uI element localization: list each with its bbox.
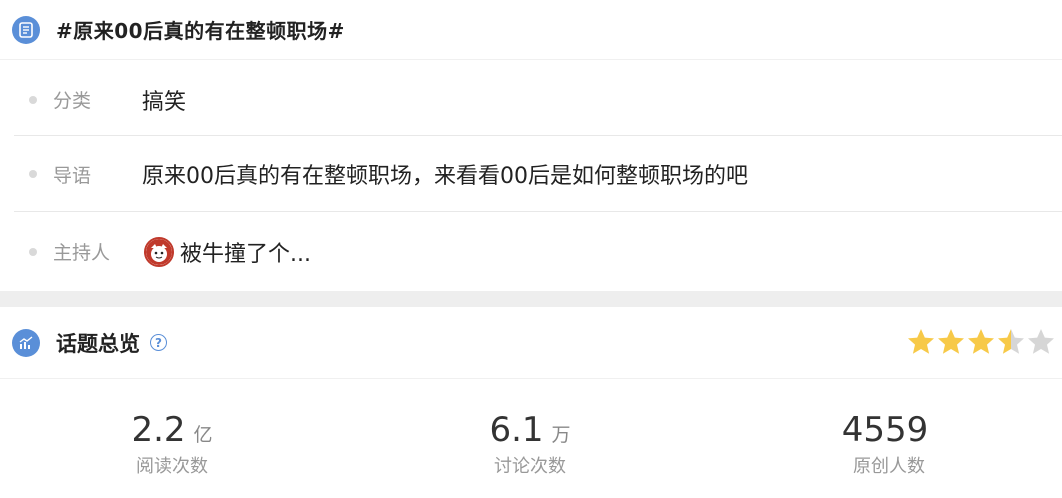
topic-header: #原来00后真的有在整顿职场# <box>0 0 1062 60</box>
stat-reads: 2.2 亿 阅读次数 <box>82 410 262 478</box>
category-value[interactable]: 搞笑 <box>142 84 186 116</box>
host-link[interactable]: 被牛撞了个... <box>144 236 311 268</box>
stat-creators: 4559 原创人数 <box>799 410 979 478</box>
stat-value: 2.2 <box>131 410 186 450</box>
host-row: 主持人 被牛撞了个... <box>14 213 1062 290</box>
stat-label: 讨论次数 <box>494 456 566 477</box>
question-circle-icon[interactable]: ? <box>150 334 167 351</box>
host-avatar[interactable] <box>144 236 174 267</box>
category-row: 分类 搞笑 <box>14 64 1062 136</box>
host-name[interactable]: 被牛撞了个... <box>180 236 311 268</box>
overview-title: 话题总览 <box>56 331 140 356</box>
bullet-dot <box>29 247 37 256</box>
stat-unit: 万 <box>551 424 571 446</box>
intro-row: 导语 原来00后真的有在整顿职场，来看看00后是如何整顿职场的吧 <box>14 137 1062 212</box>
bullet-dot <box>29 95 37 104</box>
stat-unit: 亿 <box>193 424 213 446</box>
topic-title: #原来00后真的有在整顿职场# <box>56 19 345 43</box>
category-label: 分类 <box>53 90 92 112</box>
star-icon <box>1028 329 1054 354</box>
stat-value: 4559 <box>841 410 929 450</box>
stat-label: 阅读次数 <box>136 456 208 477</box>
section-divider <box>0 291 1062 307</box>
stat-discussions: 6.1 万 讨论次数 <box>440 410 620 478</box>
intro-label: 导语 <box>53 164 92 187</box>
stat-label: 原创人数 <box>853 456 925 477</box>
bullet-dot <box>29 170 37 178</box>
star-icon <box>998 329 1024 354</box>
document-list-icon <box>12 15 40 44</box>
star-icon <box>938 329 964 354</box>
trend-chart-icon <box>12 328 40 357</box>
host-label: 主持人 <box>53 242 111 264</box>
stat-value: 6.1 <box>489 410 544 450</box>
intro-value: 原来00后真的有在整顿职场，来看看00后是如何整顿职场的吧 <box>142 164 748 189</box>
rating-stars <box>906 327 1056 357</box>
star-icon <box>968 329 994 354</box>
overview-header: 话题总览 ? <box>0 307 1062 379</box>
star-icon <box>908 329 934 354</box>
